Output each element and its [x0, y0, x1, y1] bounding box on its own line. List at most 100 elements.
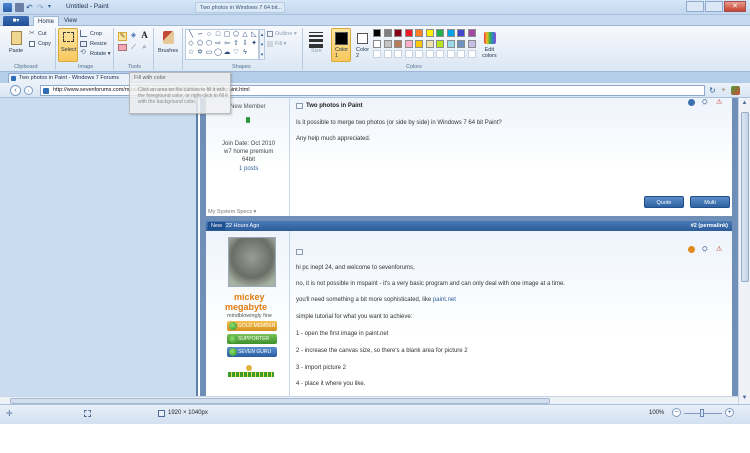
- zoom-in-button[interactable]: +: [725, 408, 734, 417]
- share-icon[interactable]: ⛭: [702, 246, 709, 253]
- up-arrow-shape-icon[interactable]: ⇧: [232, 40, 240, 47]
- right-triangle-shape-icon[interactable]: ◺: [250, 31, 258, 38]
- pentagon-shape-icon[interactable]: ⬠: [196, 40, 204, 47]
- color-swatch[interactable]: [383, 29, 392, 37]
- shapes-scroll-arrows[interactable]: ▴ ▾ ▾: [259, 29, 265, 60]
- browser-tab[interactable]: Two photos in Paint - Windows 7 Forums: [8, 73, 130, 83]
- color-swatch[interactable]: [436, 50, 444, 58]
- shapes-gallery[interactable]: ╲ ∽ ○ □ ▢ ⬠ △ ◺ ◇ ⬠ ⬡ ⇨ ⇦ ⇧ ⇩ ✦ ☆ ✡ ▭ ◯ …: [185, 29, 259, 60]
- magnifier-tool[interactable]: ⌕: [140, 43, 149, 52]
- color-swatch[interactable]: [373, 39, 381, 48]
- crop-button[interactable]: Crop: [80, 30, 110, 38]
- minimize-button[interactable]: [686, 1, 704, 12]
- color-swatch[interactable]: [394, 29, 402, 37]
- zoom-out-button[interactable]: −: [672, 408, 681, 417]
- vertical-scrollbar[interactable]: ▲ ▼: [738, 98, 750, 404]
- color2-button[interactable]: Color 2: [353, 28, 371, 62]
- eraser-tool[interactable]: [118, 44, 127, 51]
- color-swatch[interactable]: [436, 39, 444, 48]
- outline-dropdown[interactable]: Outline ▾: [267, 30, 299, 38]
- cut-button[interactable]: ✂ Cut: [29, 30, 53, 38]
- color-swatch[interactable]: [446, 50, 455, 58]
- undo-icon[interactable]: ↶: [26, 3, 35, 12]
- color-swatch[interactable]: [383, 50, 392, 58]
- color-swatch[interactable]: [457, 39, 465, 48]
- paint-app-icon[interactable]: [3, 3, 12, 12]
- addon-icon[interactable]: [731, 86, 740, 95]
- system-specs-link[interactable]: My System Specs ▾: [208, 209, 256, 215]
- tab-view[interactable]: View: [60, 16, 81, 26]
- copy-button[interactable]: Copy: [29, 40, 53, 48]
- down-arrow-shape-icon[interactable]: ⇩: [241, 40, 249, 47]
- color-swatch[interactable]: [404, 29, 413, 37]
- color-swatch[interactable]: [394, 50, 402, 58]
- text-tool[interactable]: A: [140, 31, 149, 40]
- vertical-scroll-thumb[interactable]: [741, 112, 749, 282]
- color-swatch[interactable]: [415, 29, 423, 37]
- taskbar-tab-preview[interactable]: Two photos in Windows 7 64 bit...: [195, 2, 285, 13]
- curve-shape-icon[interactable]: ∽: [196, 31, 204, 38]
- resize-button[interactable]: Resize: [80, 40, 112, 48]
- paste-button[interactable]: Paste: [6, 28, 26, 62]
- right-arrow-shape-icon[interactable]: ⇨: [214, 40, 222, 47]
- zoom-slider-thumb[interactable]: [700, 409, 704, 417]
- select-button[interactable]: Select: [58, 28, 78, 62]
- fill-tool[interactable]: ◈: [129, 32, 138, 41]
- paint-net-link[interactable]: paint.net: [433, 297, 456, 303]
- line-shape-icon[interactable]: ╲: [187, 31, 195, 38]
- color1-button[interactable]: Color 1: [331, 28, 351, 62]
- color-picker-tool[interactable]: ⟋: [129, 43, 138, 52]
- triangle-shape-icon[interactable]: △: [241, 31, 249, 38]
- profile-icon[interactable]: [688, 99, 695, 106]
- stop-icon[interactable]: ✦: [719, 86, 728, 95]
- color-swatch[interactable]: [415, 39, 423, 48]
- color-swatch[interactable]: [383, 39, 392, 48]
- color-swatch[interactable]: [404, 50, 413, 58]
- tab-home[interactable]: Home: [33, 16, 60, 26]
- color-swatch[interactable]: [467, 39, 476, 48]
- rotate-button[interactable]: ⟲ Rotate ▾: [80, 49, 112, 58]
- report-warning-icon[interactable]: ⚠: [716, 246, 723, 253]
- color-swatch[interactable]: [425, 29, 434, 37]
- username-line1[interactable]: mickey: [234, 292, 265, 302]
- redo-icon[interactable]: ↷: [37, 3, 46, 12]
- size-button[interactable]: Size: [305, 28, 325, 62]
- back-button[interactable]: ‹: [10, 85, 21, 96]
- color-swatch[interactable]: [373, 29, 381, 37]
- edit-colors-button[interactable]: Edit colors: [480, 28, 499, 62]
- share-icon[interactable]: ⛭: [702, 99, 709, 106]
- heart-shape-icon[interactable]: ♡: [232, 49, 240, 56]
- multi-quote-button[interactable]: Multi: [690, 196, 730, 208]
- color-swatch[interactable]: [394, 39, 402, 48]
- zoom-slider[interactable]: [684, 409, 722, 417]
- maximize-button[interactable]: [705, 1, 723, 12]
- color-swatch[interactable]: [404, 39, 413, 48]
- six-point-star-shape-icon[interactable]: ✡: [196, 49, 204, 56]
- color-swatch[interactable]: [457, 29, 465, 37]
- rounded-callout-shape-icon[interactable]: ▭: [205, 49, 213, 56]
- four-point-star-shape-icon[interactable]: ✦: [250, 40, 258, 47]
- save-icon[interactable]: [15, 3, 24, 12]
- rectangle-shape-icon[interactable]: □: [214, 31, 222, 38]
- refresh-icon[interactable]: ↻: [708, 86, 717, 95]
- color-swatch[interactable]: [436, 29, 444, 37]
- color-swatch[interactable]: [425, 50, 434, 58]
- oval-shape-icon[interactable]: ○: [205, 31, 213, 38]
- brushes-button[interactable]: Brushes: [156, 28, 180, 62]
- color-swatch[interactable]: [446, 29, 455, 37]
- customize-toolbar-icon[interactable]: ▾: [48, 3, 57, 12]
- quote-button[interactable]: Quote: [644, 196, 684, 208]
- color-swatch[interactable]: [425, 39, 434, 48]
- oval-callout-shape-icon[interactable]: ◯: [214, 49, 222, 56]
- color-swatch[interactable]: [467, 29, 476, 37]
- left-arrow-shape-icon[interactable]: ⇦: [223, 40, 231, 47]
- close-button[interactable]: ✕: [724, 1, 746, 12]
- pencil-tool[interactable]: ✎: [118, 32, 127, 41]
- scroll-up-arrow[interactable]: ▲: [740, 99, 749, 108]
- fill-dropdown[interactable]: Fill ▾: [267, 40, 299, 48]
- horizontal-scrollbar[interactable]: [0, 396, 738, 404]
- color-swatch[interactable]: [373, 50, 381, 58]
- report-warning-icon[interactable]: ⚠: [716, 99, 723, 106]
- hexagon-shape-icon[interactable]: ⬡: [205, 40, 213, 47]
- five-point-star-shape-icon[interactable]: ☆: [187, 49, 195, 56]
